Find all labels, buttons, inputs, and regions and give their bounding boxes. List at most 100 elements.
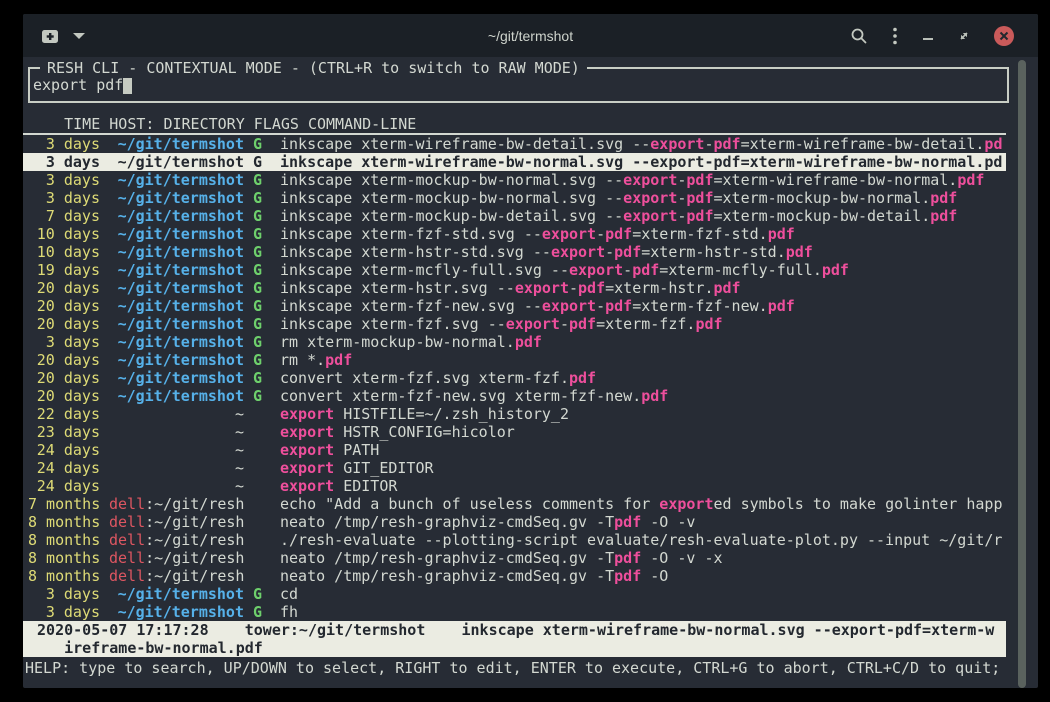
command-text: neato /tmp/resh-graphviz-cmdSeq.gv -T bbox=[280, 567, 614, 585]
row-command: export EDITOR bbox=[280, 477, 1006, 495]
row-host-dir: ~/git/termshot bbox=[109, 225, 244, 243]
command-match-text: pdf bbox=[786, 243, 813, 261]
row-host-dir: ~/git/termshot bbox=[109, 603, 244, 621]
command-match-text: export bbox=[650, 135, 704, 153]
command-text: =xterm-hstr-std. bbox=[641, 243, 786, 261]
table-row[interactable]: 3 days~/git/termshotGcd bbox=[23, 585, 1006, 603]
table-row[interactable]: 19 days~/git/termshotGinkscape xterm-mcf… bbox=[23, 261, 1006, 279]
row-host: dell bbox=[109, 531, 145, 549]
row-directory: ~/git/termshot bbox=[118, 207, 244, 225]
menu-button[interactable] bbox=[892, 26, 898, 46]
table-row[interactable]: 20 days~/git/termshotGconvert xterm-fzf.… bbox=[23, 369, 1006, 387]
row-flags bbox=[253, 477, 262, 495]
table-row[interactable]: 3 days~/git/termshotGrm xterm-mockup-bw-… bbox=[23, 333, 1006, 351]
search-input[interactable]: export pdf bbox=[33, 76, 132, 94]
command-text: - bbox=[623, 261, 632, 279]
command-match-text: pdf bbox=[605, 297, 632, 315]
row-directory: ~/git/termshot bbox=[118, 351, 244, 369]
command-match-text: export bbox=[551, 243, 605, 261]
table-row[interactable]: 3 days~/git/termshotGinkscape xterm-wire… bbox=[23, 153, 1006, 171]
row-directory: ~/git/termshot bbox=[118, 225, 244, 243]
row-time: 20 days bbox=[28, 297, 100, 315]
scrollbar-thumb[interactable] bbox=[1018, 60, 1026, 688]
row-time: 3 days bbox=[28, 603, 100, 621]
row-directory: ~/git/termshot bbox=[118, 243, 244, 261]
row-directory: ~ bbox=[235, 459, 244, 477]
tab-dropdown-button[interactable] bbox=[73, 33, 85, 39]
row-command: export HSTR_CONFIG=hicolor bbox=[280, 423, 1006, 441]
command-text: - bbox=[560, 315, 569, 333]
row-flags: G bbox=[253, 369, 262, 387]
command-text: PATH bbox=[334, 441, 379, 459]
command-text: inkscape xterm-hstr.svg -- bbox=[280, 279, 515, 297]
row-directory: ~/git/termshot bbox=[118, 297, 244, 315]
row-command: convert xterm-fzf-new.svg xterm-fzf-new.… bbox=[280, 387, 1006, 405]
new-tab-button[interactable] bbox=[41, 28, 59, 44]
table-row[interactable]: 24 days~export GIT_EDITOR bbox=[23, 459, 1006, 477]
command-text: =xterm-hstr. bbox=[605, 279, 713, 297]
table-row[interactable]: 3 days~/git/termshotGinkscape xterm-mock… bbox=[23, 189, 1006, 207]
row-time: 8 months bbox=[28, 531, 100, 549]
row-time: 10 days bbox=[28, 225, 100, 243]
command-text: neato /tmp/resh-graphviz-cmdSeq.gv -T bbox=[280, 549, 614, 567]
table-row[interactable]: 24 days~export PATH bbox=[23, 441, 1006, 459]
command-text: - bbox=[569, 279, 578, 297]
command-text: inkscape xterm-mcfly-full.svg -- bbox=[280, 261, 569, 279]
table-row[interactable]: 8 monthsdell:~/git/reshneato /tmp/resh-g… bbox=[23, 549, 1006, 567]
restore-icon bbox=[958, 30, 970, 42]
table-row[interactable]: 23 days~export HSTR_CONFIG=hicolor bbox=[23, 423, 1006, 441]
table-row[interactable]: 20 days~/git/termshotGinkscape xterm-fzf… bbox=[23, 315, 1006, 333]
help-line: HELP: type to search, UP/DOWN to select,… bbox=[25, 659, 1038, 677]
table-row[interactable]: 7 days~/git/termshotGinkscape xterm-mock… bbox=[23, 207, 1006, 225]
table-row[interactable]: 3 days~/git/termshotGinkscape xterm-mock… bbox=[23, 171, 1006, 189]
command-text: rm *. bbox=[280, 351, 325, 369]
search-query: export pdf bbox=[33, 76, 123, 94]
row-flags: G bbox=[253, 207, 262, 225]
command-match-text: pdf bbox=[695, 315, 722, 333]
command-text: =xterm-mockup-bw-detail. bbox=[713, 207, 930, 225]
row-directory: ~/git/termshot bbox=[118, 153, 244, 171]
row-directory: ~ bbox=[235, 477, 244, 495]
command-text: convert xterm-fzf-new.svg xterm-fzf-new. bbox=[280, 387, 641, 405]
row-host-dir: ~/git/termshot bbox=[109, 297, 244, 315]
row-host-dir: dell:~/git/resh bbox=[109, 495, 244, 513]
row-directory: :~/git/resh bbox=[145, 531, 244, 549]
table-row[interactable]: 3 days~/git/termshotGinkscape xterm-wire… bbox=[23, 135, 1006, 153]
command-match-text: export bbox=[506, 315, 560, 333]
row-flags: G bbox=[253, 225, 262, 243]
table-row[interactable]: 20 days ~/git/termshot Ginkscape xterm-fzf… bbox=[23, 297, 1006, 315]
table-row[interactable]: 20 days~/git/termshotGrm *.pdf bbox=[23, 351, 1006, 369]
search-button[interactable] bbox=[850, 27, 868, 45]
table-row[interactable]: 20 days~/git/termshotGconvert xterm-fzf-… bbox=[23, 387, 1006, 405]
row-host-dir: ~/git/termshot bbox=[109, 207, 244, 225]
search-box: RESH CLI - CONTEXTUAL MODE - (CTRL+R to … bbox=[28, 67, 1009, 103]
table-row[interactable]: 24 days~export EDITOR bbox=[23, 477, 1006, 495]
table-row[interactable]: 8 monthsdell:~/git/reshneato /tmp/resh-g… bbox=[23, 567, 1006, 585]
row-command: neato /tmp/resh-graphviz-cmdSeq.gv -Tpdf… bbox=[280, 513, 1006, 531]
row-host: dell bbox=[109, 567, 145, 585]
row-flags: G bbox=[253, 153, 262, 171]
restore-button[interactable] bbox=[958, 30, 970, 42]
command-text: -O -v bbox=[641, 513, 695, 531]
row-host-dir: ~/git/termshot bbox=[109, 387, 244, 405]
close-button[interactable] bbox=[994, 26, 1014, 46]
table-row[interactable]: 10 days~/git/termshotGinkscape xterm-fzf… bbox=[23, 225, 1006, 243]
command-match-text: export bbox=[280, 423, 334, 441]
row-directory: ~/git/termshot bbox=[118, 279, 244, 297]
command-match-text: pdf bbox=[614, 513, 641, 531]
table-row[interactable]: 3 days~/git/termshotGfh bbox=[23, 603, 1006, 621]
row-command: inkscape xterm-fzf-new.svg --export-pdf=… bbox=[280, 297, 1006, 315]
row-command: inkscape xterm-mockup-bw-normal.svg --ex… bbox=[280, 171, 1006, 189]
row-flags: G bbox=[253, 333, 262, 351]
row-flags: G bbox=[253, 297, 262, 315]
command-match-text: export bbox=[623, 171, 677, 189]
minimize-button[interactable] bbox=[922, 30, 934, 42]
table-row[interactable]: 20 days~/git/termshotGinkscape xterm-hst… bbox=[23, 279, 1006, 297]
row-flags bbox=[253, 567, 262, 585]
table-row[interactable]: 8 monthsdell:~/git/reshneato /tmp/resh-g… bbox=[23, 513, 1006, 531]
table-row[interactable]: 10 days~/git/termshotGinkscape xterm-hst… bbox=[23, 243, 1006, 261]
row-flags: G bbox=[253, 603, 262, 621]
table-row[interactable]: 22 days~export HISTFILE=~/.zsh_history_2 bbox=[23, 405, 1006, 423]
table-row[interactable]: 7 monthsdell:~/git/reshecho "Add a bunch… bbox=[23, 495, 1006, 513]
table-row[interactable]: 8 monthsdell:~/git/resh./resh-evaluate -… bbox=[23, 531, 1006, 549]
